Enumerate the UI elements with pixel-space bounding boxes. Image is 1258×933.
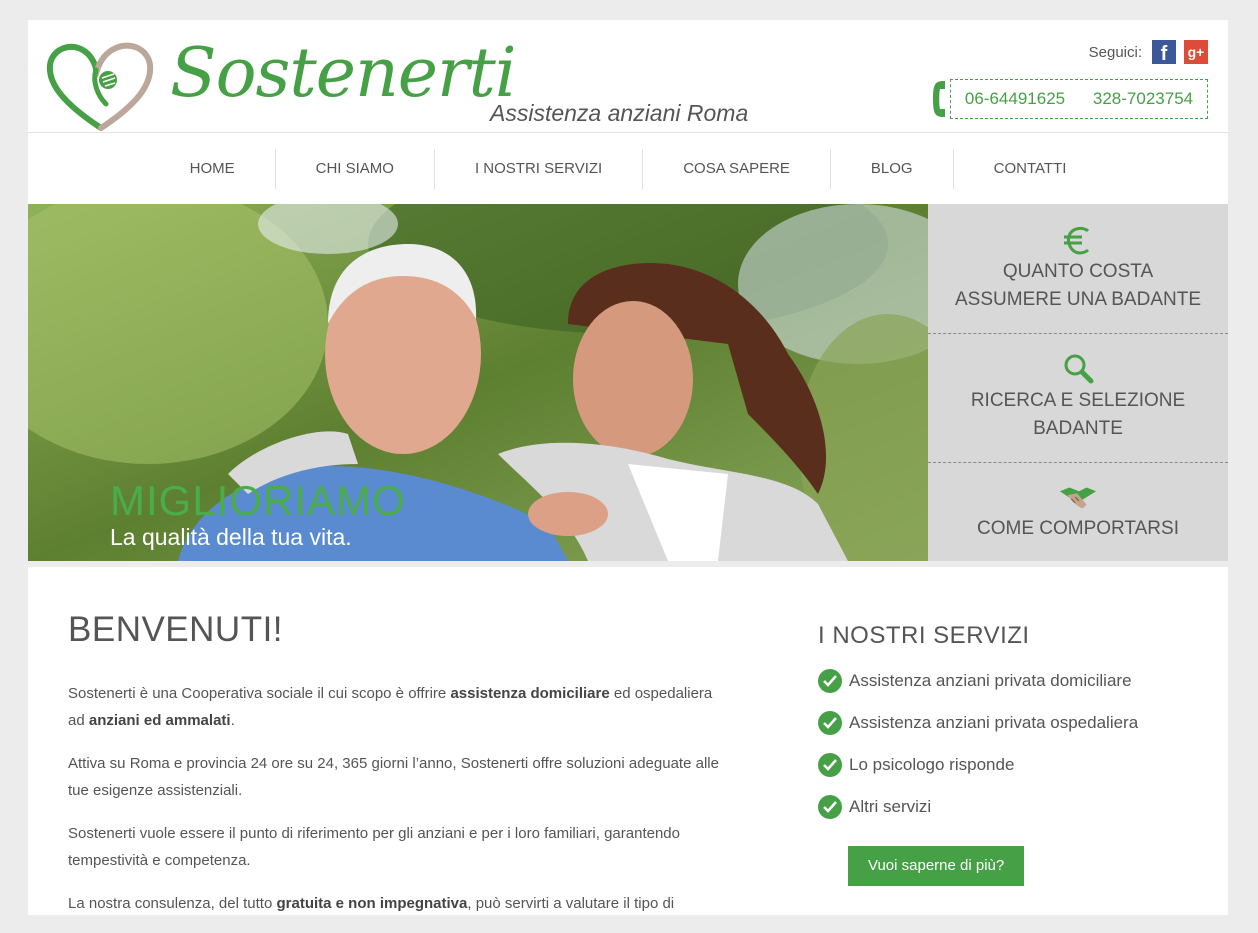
service-label: Assistenza anziani privata ospedaliera [849,713,1139,732]
quick-link-ricerca[interactable]: RICERCA E SELEZIONE BADANTE [928,333,1228,462]
service-item-domiciliare[interactable]: Assistenza anziani privata domiciliare [818,660,1198,702]
google-plus-icon[interactable]: g+ [1184,40,1208,64]
intro-paragraph-3: Sostenerti vuole essere il punto di rife… [68,825,680,869]
nav-item-chi-siamo[interactable]: CHI SIAMO [276,149,435,189]
hero-title: MIGLIORIAMO [110,477,406,524]
quick-link-comportarsi-label: COME COMPORTARSI [977,518,1179,539]
service-item-ospedaliera[interactable]: Assistenza anziani privata ospedaliera [818,702,1198,744]
services-heading: I NOSTRI SERVIZI [818,622,1030,649]
tagline: Assistenza anziani Roma [490,100,749,126]
quick-link-ricerca-line2: BADANTE [1033,418,1123,439]
hero-banner: MIGLIORIAMO La qualità della tua vita. [28,204,928,561]
service-label: Altri servizi [849,797,932,816]
services-section: I NOSTRI SERVIZI Assistenza anziani priv… [818,622,1198,886]
intro-paragraph-1: Sostenerti è una Cooperativa sociale il … [68,685,713,729]
welcome-section: BENVENUTI! Sostenerti è una Cooperativa … [68,610,728,933]
heart-logo-icon [46,42,154,131]
welcome-heading: BENVENUTI! [68,610,284,649]
page: Sostenerti Assistenza anziani Roma Segui… [28,20,1228,915]
magnifier-icon [1058,353,1098,385]
intro-paragraph-4: La nostra consulenza, del tutto gratuita… [68,895,675,912]
facebook-icon[interactable]: f [1152,40,1176,65]
hero-subtitle: La qualità della tua vita. [110,524,352,550]
quick-link-comportarsi[interactable]: COME COMPORTARSI [928,462,1228,561]
check-icon [818,711,842,735]
phone-number-landline[interactable]: 06-64491625 [965,89,1065,109]
nav-item-home[interactable]: HOME [150,149,276,189]
nav-item-servizi[interactable]: I NOSTRI SERVIZI [435,149,644,189]
brand-name: Sostenerti [170,34,517,113]
phone-icon [930,79,948,119]
quick-link-costi-line2: ASSUMERE UNA BADANTE [955,288,1201,310]
phone-numbers: 06-64491625 328-7023754 [950,79,1208,119]
service-label: Assistenza anziani privata domiciliare [849,671,1132,690]
social-follow: Seguici: f g+ [1088,40,1208,65]
service-label: Lo psicologo risponde [849,755,1015,774]
euro-icon [1058,224,1098,256]
check-icon [818,795,842,819]
follow-label: Seguici: [1088,43,1142,61]
nav-item-cosa-sapere[interactable]: COSA SAPERE [643,149,831,189]
content-divider [28,561,1228,567]
quick-link-ricerca-line1: RICERCA E SELEZIONE [970,390,1186,411]
learn-more-button[interactable]: Vuoi saperne di più? [848,846,1025,886]
site-header: Sostenerti Assistenza anziani Roma Segui… [28,20,1228,133]
service-item-altri[interactable]: Altri servizi [818,786,1198,828]
intro-paragraph-2: Attiva su Roma e provincia 24 ore su 24,… [68,755,719,799]
phone-number-mobile[interactable]: 328-7023754 [1093,89,1193,109]
nav-item-contatti[interactable]: CONTATTI [954,149,1107,189]
phone-box: 06-64491625 328-7023754 [930,79,1208,119]
service-item-psicologo[interactable]: Lo psicologo risponde [818,744,1198,786]
quick-link-costi[interactable]: QUANTO COSTA ASSUMERE UNA BADANTE [928,204,1228,333]
quick-link-costi-line1: QUANTO COSTA [1002,260,1154,282]
hero-caption: MIGLIORIAMO La qualità della tua vita. [110,477,406,551]
check-icon [818,753,842,777]
nav-item-blog[interactable]: BLOG [831,149,954,189]
check-icon [818,669,842,693]
quick-links: QUANTO COSTA ASSUMERE UNA BADANTE RICERC… [928,204,1228,561]
main-nav: HOME CHI SIAMO I NOSTRI SERVIZI COSA SAP… [28,134,1228,204]
logo[interactable]: Sostenerti [46,34,517,132]
handshake-icon [1058,481,1098,513]
